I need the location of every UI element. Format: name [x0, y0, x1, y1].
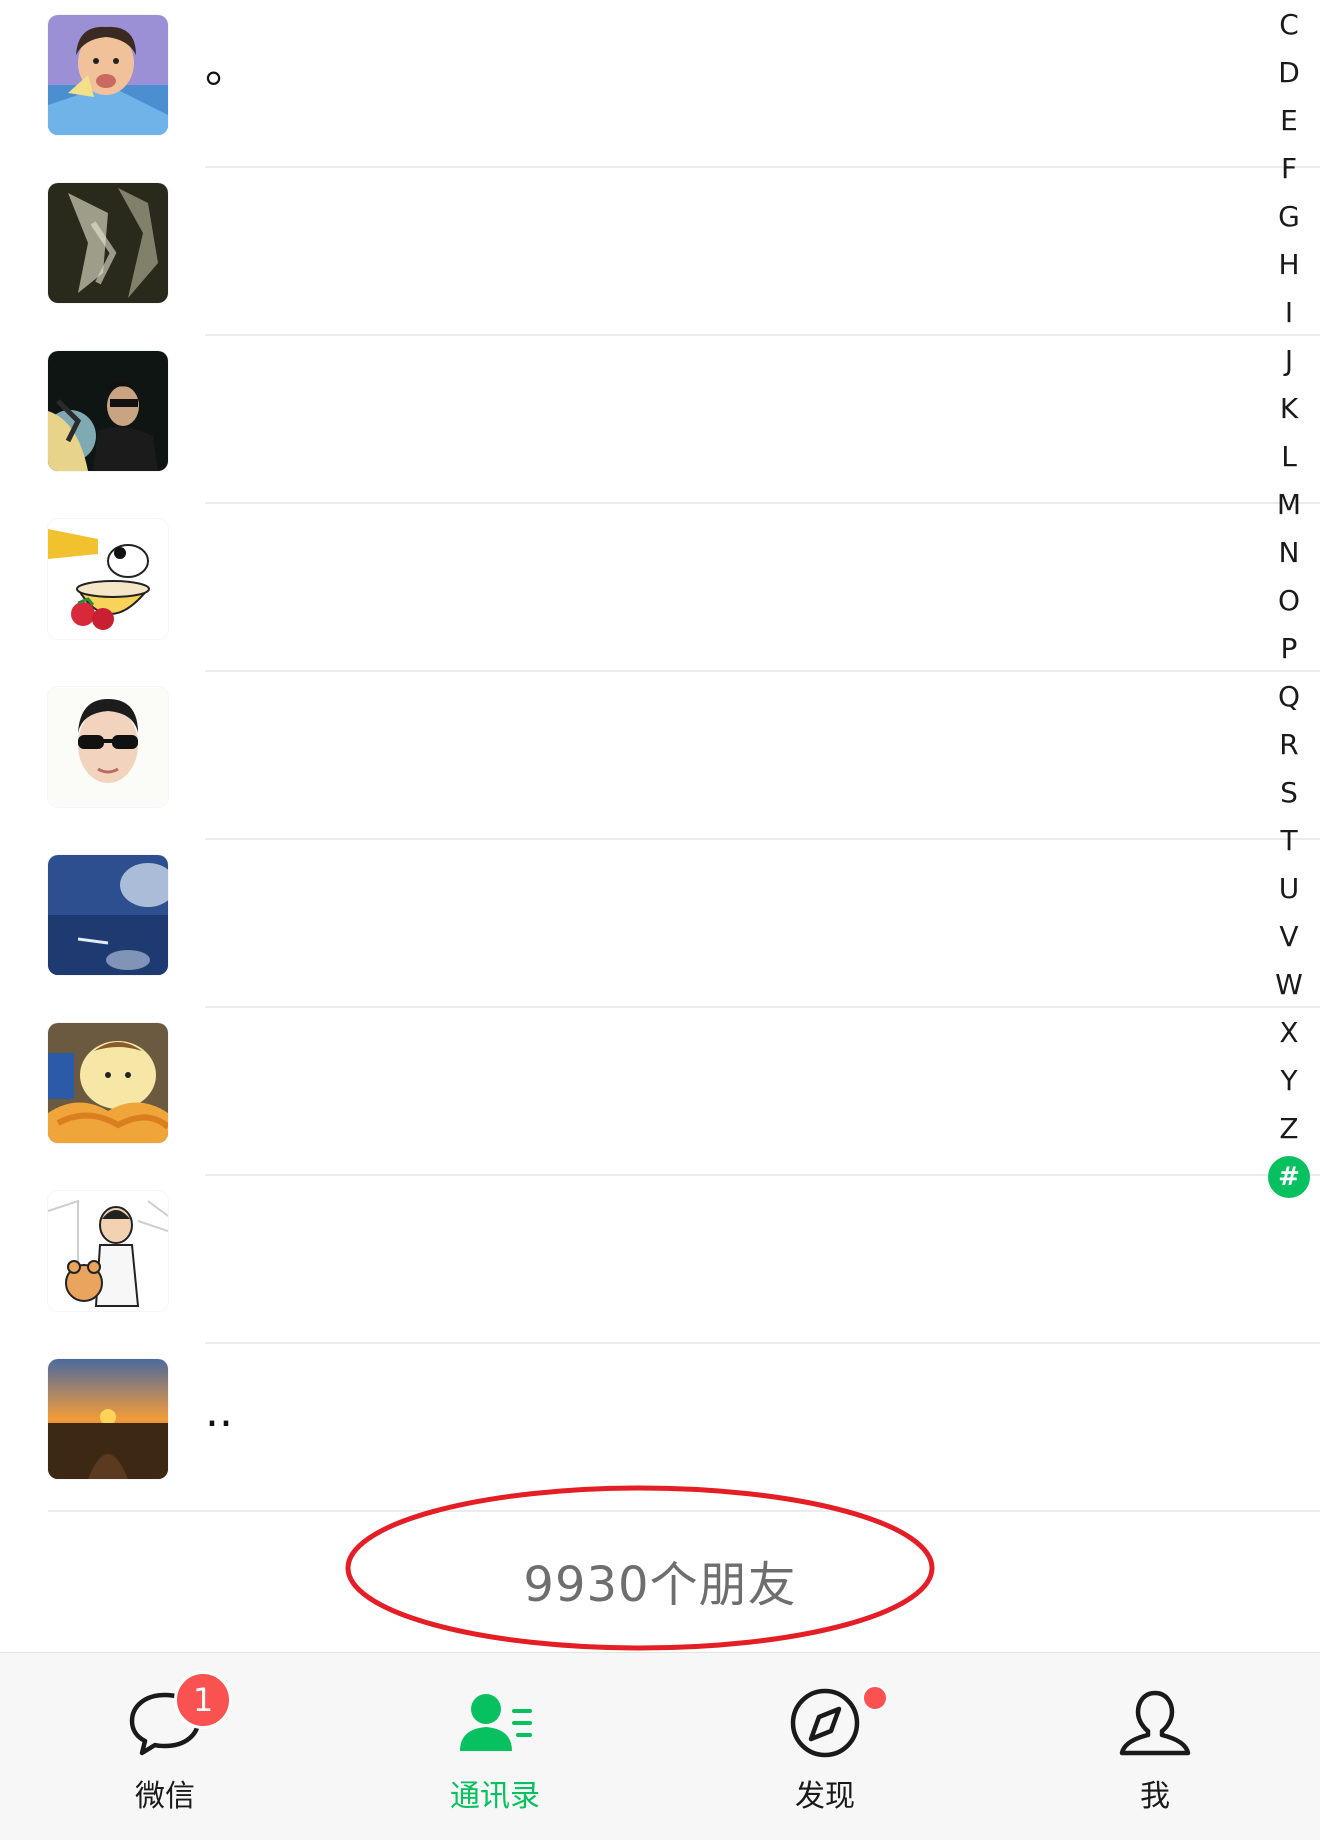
contact-row[interactable]: 。: [0, 0, 1320, 168]
contact-list: 。 ..: [0, 0, 1320, 1512]
index-letter-g[interactable]: G: [1258, 197, 1320, 237]
tab-label: 微信: [135, 1779, 195, 1814]
cartoon-man-avatar: [48, 15, 168, 135]
tab-me[interactable]: 我: [990, 1653, 1320, 1840]
contact-row[interactable]: [0, 168, 1320, 336]
tab-bar: 1 微信 通讯录 发现 我: [0, 1652, 1320, 1840]
pompompurin-avatar: [48, 1023, 168, 1143]
dark-texture-avatar: [48, 183, 168, 303]
tab-chats[interactable]: 1 微信: [0, 1653, 330, 1840]
index-letter-n[interactable]: N: [1258, 533, 1320, 573]
cartoon-kid-bear-avatar: [48, 1191, 168, 1311]
contact-name: ..: [205, 1386, 233, 1437]
tab-label: 发现: [795, 1779, 855, 1814]
index-letter-z[interactable]: Z: [1258, 1109, 1320, 1149]
alphabet-index[interactable]: C D E F G H I J K L M N O P Q R S T U V W X Y Z #: [1258, 0, 1320, 1220]
index-letter-v[interactable]: V: [1258, 917, 1320, 957]
tab-label: 我: [1140, 1779, 1170, 1814]
index-letter-h[interactable]: H: [1258, 245, 1320, 285]
index-letter-d[interactable]: D: [1258, 53, 1320, 93]
index-letter-t[interactable]: T: [1258, 821, 1320, 861]
tab-contacts[interactable]: 通讯录: [330, 1653, 660, 1840]
notification-dot: [862, 1685, 888, 1711]
contact-row[interactable]: [0, 1176, 1320, 1344]
index-letter-e[interactable]: E: [1258, 101, 1320, 141]
index-letter-c[interactable]: C: [1258, 5, 1320, 45]
index-letter-i[interactable]: I: [1258, 293, 1320, 333]
index-letter-hash[interactable]: #: [1268, 1156, 1310, 1198]
compass-icon: [790, 1688, 860, 1758]
contact-row[interactable]: [0, 336, 1320, 504]
boy-sunglasses-avatar: [48, 687, 168, 807]
index-letter-m[interactable]: M: [1258, 485, 1320, 525]
dog-in-teacup-avatar: [48, 519, 168, 639]
index-letter-j[interactable]: J: [1258, 341, 1320, 381]
index-letter-u[interactable]: U: [1258, 869, 1320, 909]
man-with-tiger-avatar: [48, 351, 168, 471]
contact-row[interactable]: [0, 672, 1320, 840]
index-letter-w[interactable]: W: [1258, 965, 1320, 1005]
blue-sky-avatar: [48, 855, 168, 975]
index-letter-o[interactable]: O: [1258, 581, 1320, 621]
index-letter-s[interactable]: S: [1258, 773, 1320, 813]
tab-label: 通讯录: [450, 1779, 540, 1814]
contact-row[interactable]: [0, 840, 1320, 1008]
index-letter-x[interactable]: X: [1258, 1013, 1320, 1053]
index-letter-y[interactable]: Y: [1258, 1061, 1320, 1101]
index-letter-r[interactable]: R: [1258, 725, 1320, 765]
index-letter-k[interactable]: K: [1258, 389, 1320, 429]
index-letter-q[interactable]: Q: [1258, 677, 1320, 717]
sunset-field-avatar: [48, 1359, 168, 1479]
person-icon: [1119, 1690, 1191, 1756]
contact-row[interactable]: [0, 1008, 1320, 1176]
contact-name: 。: [205, 42, 249, 93]
friend-count: 9930个朋友: [523, 1557, 797, 1613]
index-letter-f[interactable]: F: [1258, 149, 1320, 189]
index-letter-p[interactable]: P: [1258, 629, 1320, 669]
contact-row[interactable]: [0, 504, 1320, 672]
index-letter-l[interactable]: L: [1258, 437, 1320, 477]
contacts-icon: [460, 1694, 532, 1751]
unread-badge: 1: [174, 1671, 232, 1729]
tab-discover[interactable]: 发现: [660, 1653, 990, 1840]
